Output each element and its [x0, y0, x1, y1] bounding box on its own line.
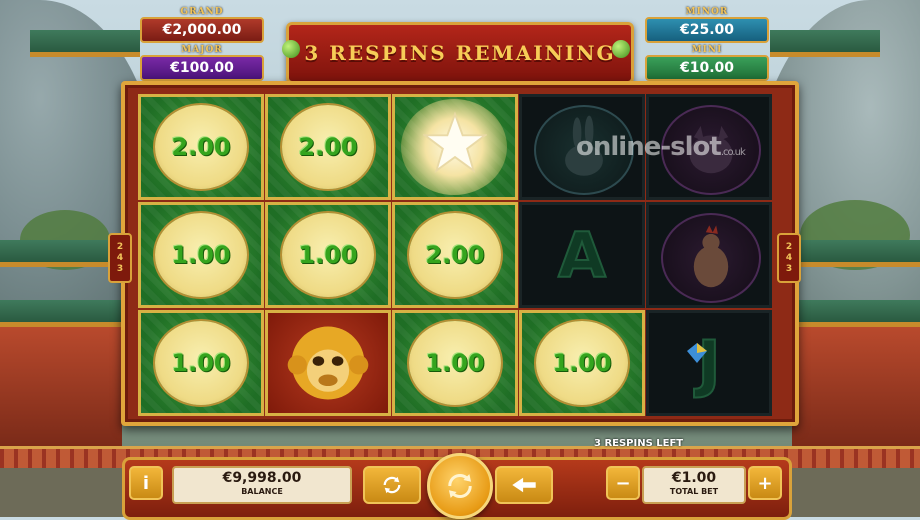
coin-icon: 1.00 — [155, 321, 247, 405]
respins-left-text: 3 RESPINS LEFT — [594, 438, 684, 449]
respins-banner: 3 RESPINS REMAINING — [286, 22, 634, 84]
turbo-button[interactable] — [495, 466, 553, 504]
reel-cell — [646, 202, 772, 308]
star-icon — [423, 111, 487, 173]
mini-jackpot-label: MINI — [691, 45, 723, 55]
coin-icon: 1.00 — [282, 213, 374, 297]
top-right-roof — [770, 30, 880, 57]
bet-increase-button[interactable]: + — [748, 466, 782, 500]
left-jade-gem-icon — [282, 40, 300, 58]
ways-digit: 2 — [116, 241, 124, 252]
left-pagoda-roof-lower — [0, 300, 125, 327]
coin-icon: 1.00 — [409, 321, 501, 405]
mini-jackpot: MINI €10.00 — [645, 45, 769, 81]
coin-icon: 2.00 — [282, 105, 374, 189]
reel-cell: 2.00 — [138, 94, 264, 200]
watermark-suffix: .co.uk — [720, 147, 746, 158]
coin-value: 1.00 — [298, 241, 358, 269]
rooster-icon — [661, 213, 761, 303]
coin-icon: 1.00 — [536, 321, 628, 405]
autoplay-icon — [383, 476, 401, 494]
coin-icon: 2.00 — [155, 105, 247, 189]
reel-cell: 1.00 — [138, 202, 264, 308]
reel-cell — [265, 310, 391, 416]
reel-cell: 2.00 — [392, 202, 518, 308]
reel-cell: 1.00 — [265, 202, 391, 308]
plus-icon: + — [757, 472, 773, 494]
coin-icon: 2.00 — [409, 213, 501, 297]
watermark: online-slot.co.uk — [576, 132, 746, 162]
reel-cell: A — [519, 202, 645, 308]
balance-display: €9,998.00 BALANCE — [172, 466, 352, 504]
minus-icon: − — [615, 472, 631, 494]
ways-digit: 4 — [116, 252, 124, 263]
major-jackpot-value: €100.00 — [140, 55, 264, 81]
letter-symbol-j: J — [696, 326, 721, 401]
info-icon: i — [142, 472, 150, 494]
left-pagoda-wall — [0, 327, 122, 447]
ways-badge-right: 2 4 3 — [777, 233, 801, 283]
ways-digit: 2 — [785, 241, 793, 252]
coin-value: 2.00 — [298, 133, 358, 161]
spin-icon — [448, 474, 472, 498]
letter-symbol-a: A — [557, 218, 607, 293]
grand-jackpot-value: €2,000.00 — [140, 17, 264, 43]
reel-cell: 2.00 — [265, 94, 391, 200]
reel-cell — [392, 94, 518, 200]
coin-icon: 1.00 — [155, 213, 247, 297]
ways-badge-left: 2 4 3 — [108, 233, 132, 283]
reel-cell: 1.00 — [519, 310, 645, 416]
autoplay-button[interactable] — [363, 466, 421, 504]
watermark-main: online-slot — [576, 132, 722, 162]
right-jade-gem-icon — [612, 40, 630, 58]
turbo-icon — [512, 477, 536, 493]
right-pagoda-wall — [792, 327, 920, 447]
coin-value: 1.00 — [552, 349, 612, 377]
reel-cell: 1.00 — [138, 310, 264, 416]
coin-value: 1.00 — [171, 241, 231, 269]
coin-value: 1.00 — [425, 349, 485, 377]
right-pagoda-roof-upper — [790, 240, 920, 267]
spin-button[interactable] — [427, 453, 493, 519]
coin-value: 2.00 — [425, 241, 485, 269]
ways-digit: 3 — [116, 263, 124, 274]
total-bet-value: €1.00 — [671, 470, 717, 486]
ways-digit: 4 — [785, 252, 793, 263]
right-pagoda-roof-lower — [790, 300, 920, 327]
grand-jackpot-label: GRAND — [180, 7, 224, 17]
major-jackpot-label: MAJOR — [181, 45, 223, 55]
top-left-roof — [30, 30, 140, 57]
coin-value: 1.00 — [171, 349, 231, 377]
coin-value: 2.00 — [171, 133, 231, 161]
mini-jackpot-value: €10.00 — [645, 55, 769, 81]
balance-label: BALANCE — [241, 487, 283, 496]
grand-jackpot: GRAND €2,000.00 — [140, 7, 264, 43]
reel-cell: J — [646, 310, 772, 416]
bet-decrease-button[interactable]: − — [606, 466, 640, 500]
info-button[interactable]: i — [129, 466, 163, 500]
minor-jackpot: MINOR €25.00 — [645, 7, 769, 43]
minor-jackpot-label: MINOR — [685, 7, 729, 17]
respins-banner-text: 3 RESPINS REMAINING — [304, 41, 616, 65]
balance-value: €9,998.00 — [222, 470, 302, 486]
minor-jackpot-value: €25.00 — [645, 17, 769, 43]
total-bet-label: TOTAL BET — [669, 487, 719, 496]
reel-cell: 1.00 — [392, 310, 518, 416]
total-bet-display: €1.00 TOTAL BET — [642, 466, 746, 504]
monkey-icon — [268, 313, 388, 413]
major-jackpot: MAJOR €100.00 — [140, 45, 264, 81]
gem-icon — [687, 343, 707, 363]
ways-digit: 3 — [785, 263, 793, 274]
